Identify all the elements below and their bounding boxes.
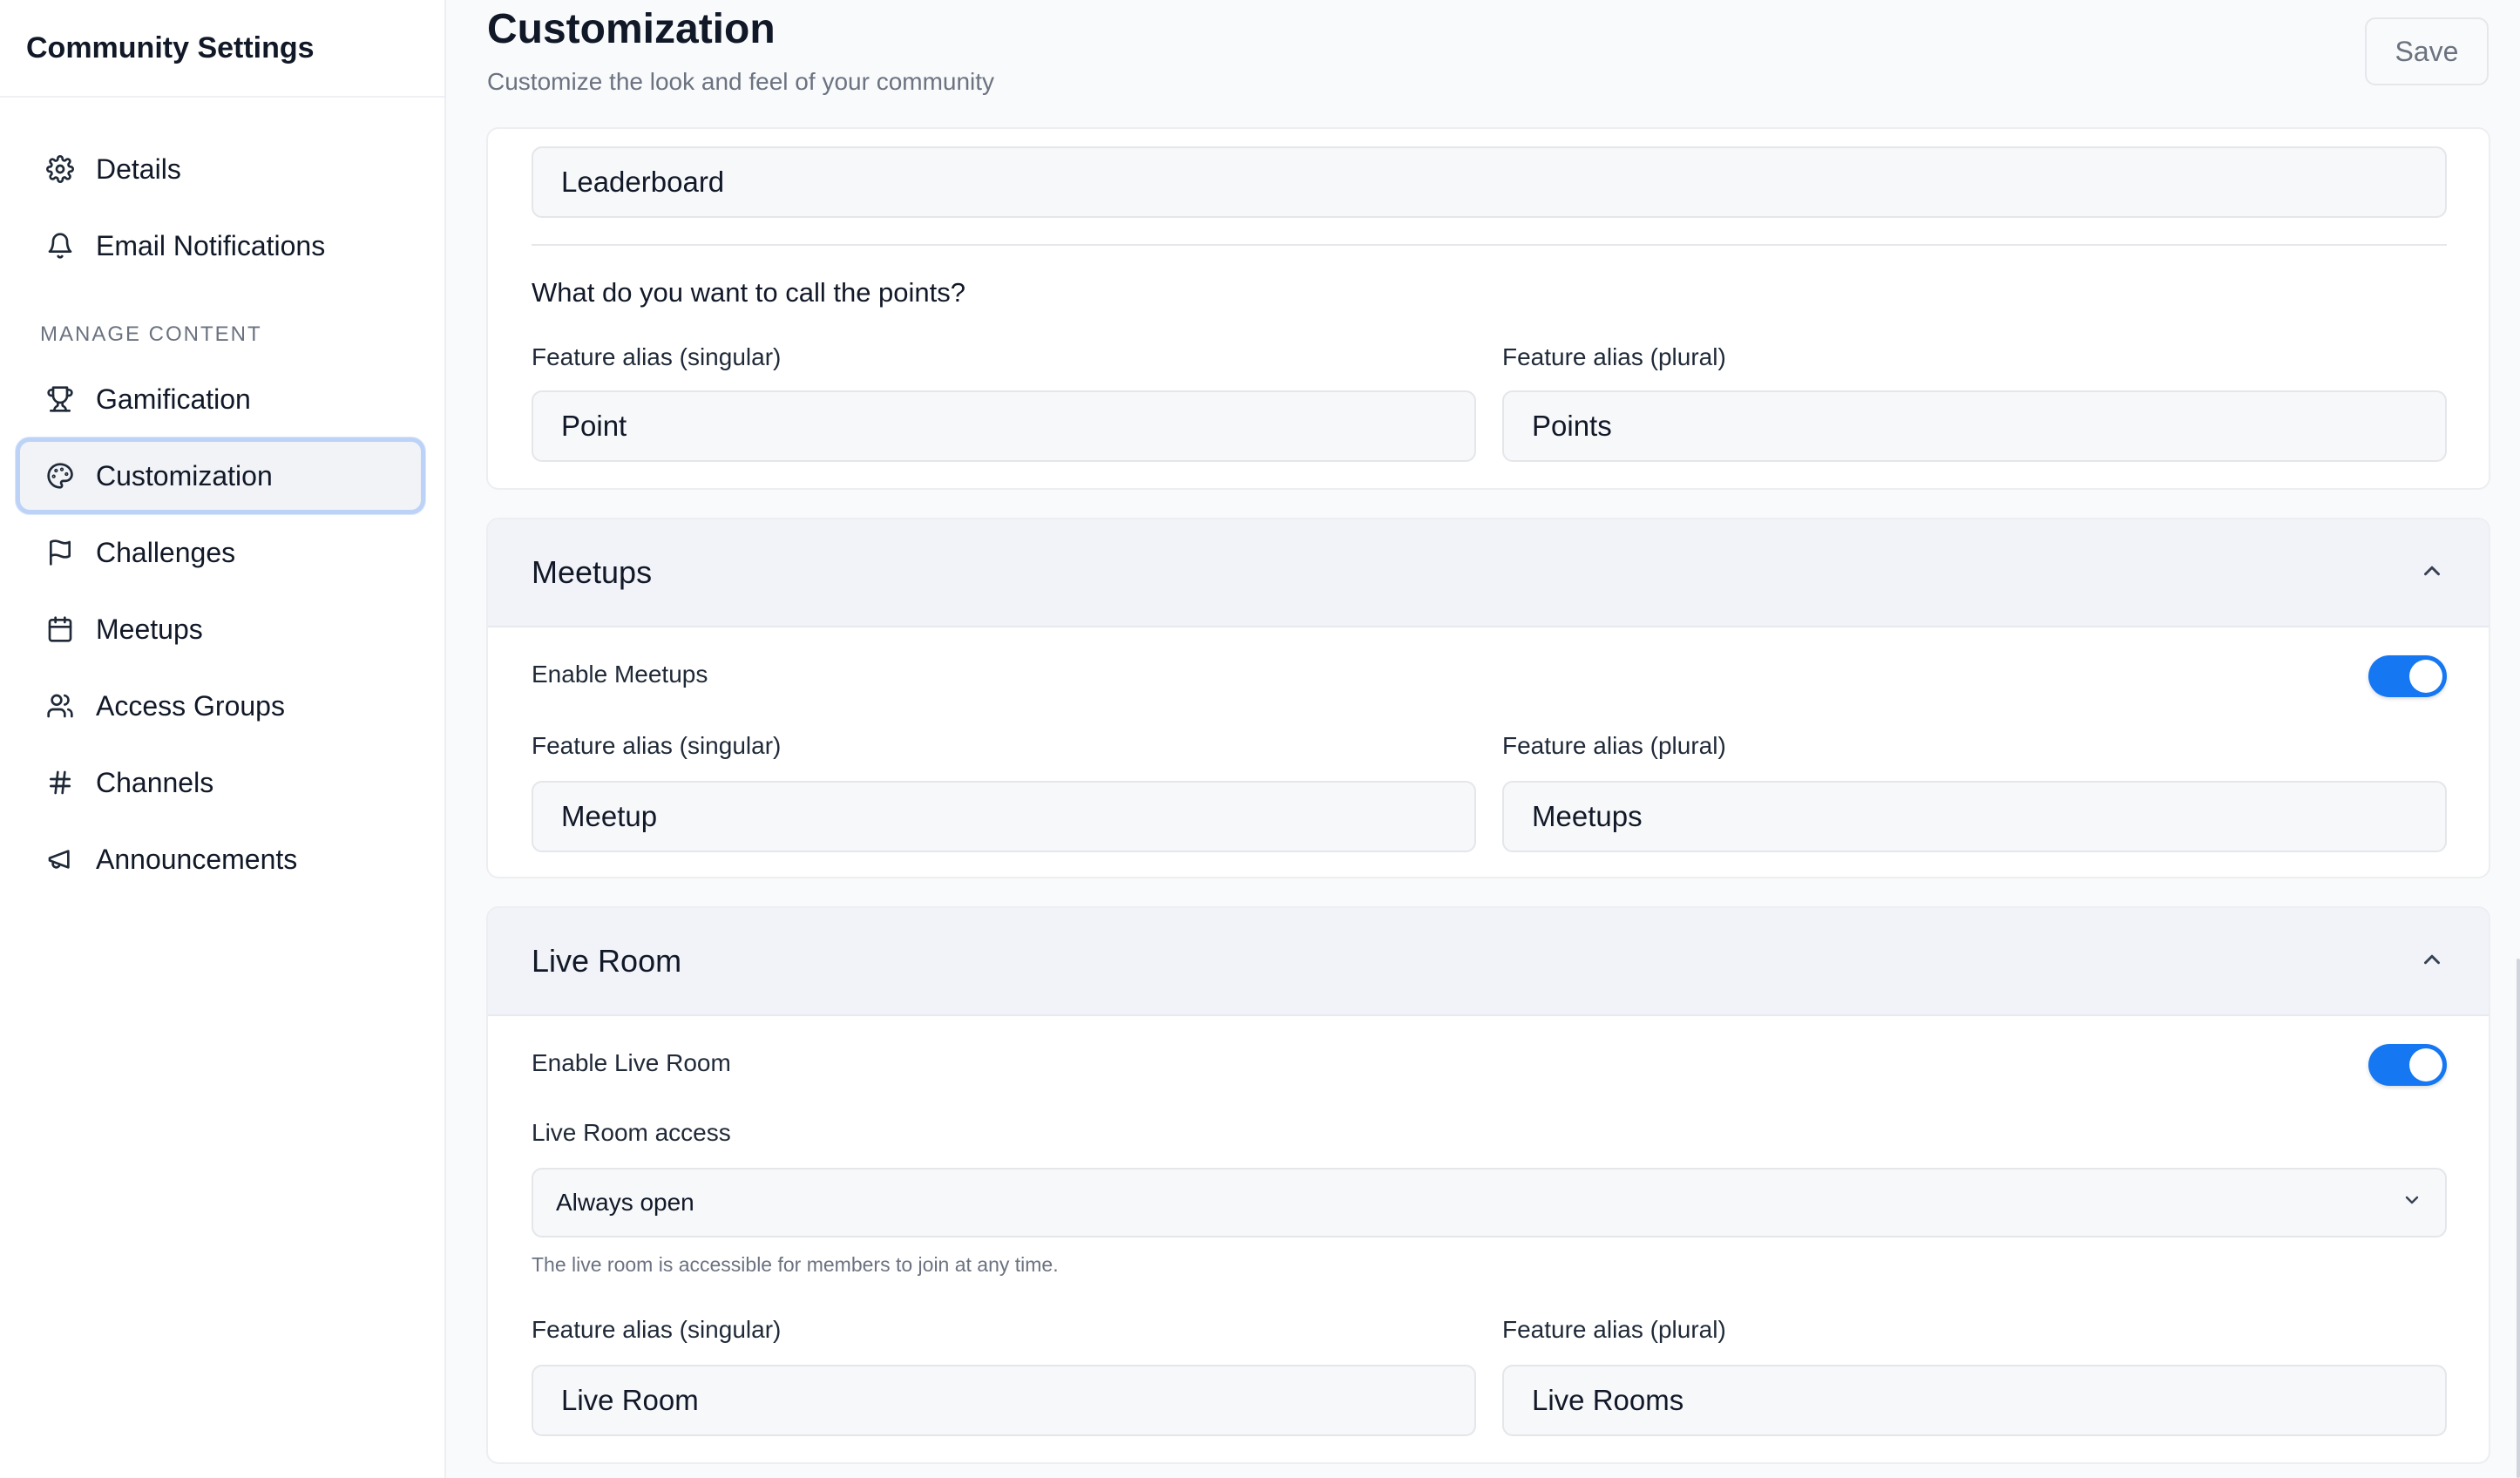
sidebar-item-challenges[interactable]: Challenges <box>16 514 425 591</box>
sidebar-header: Community Settings <box>0 0 444 98</box>
meetups-title: Meetups <box>532 554 653 590</box>
enable-meetups-label: Enable Meetups <box>532 661 708 688</box>
save-button[interactable]: Save <box>2365 17 2489 85</box>
points-question: What do you want to call the points? <box>532 277 966 308</box>
bell-icon <box>45 231 75 261</box>
live-room-singular-label: Feature alias (singular) <box>532 1316 782 1343</box>
section-label-manage-content: MANAGE CONTENT <box>40 322 262 346</box>
enable-meetups-toggle[interactable] <box>2368 655 2447 697</box>
leaderboard-name-field[interactable]: Leaderboard <box>532 146 2447 218</box>
live-room-title: Live Room <box>532 943 682 979</box>
toggle-knob <box>2409 1048 2442 1081</box>
palette-icon <box>45 461 75 491</box>
points-singular-label: Feature alias (singular) <box>532 343 782 370</box>
meetups-header[interactable]: Meetups <box>488 519 2489 627</box>
sidebar-item-access-groups[interactable]: Access Groups <box>16 668 425 744</box>
page-subtitle: Customize the look and feel of your comm… <box>487 68 995 95</box>
sidebar: Community Settings Details Email Notific… <box>0 0 446 1478</box>
sidebar-item-channels[interactable]: Channels <box>16 744 425 821</box>
meetups-plural-label: Feature alias (plural) <box>1502 732 1726 759</box>
leaderboard-card: Leaderboard What do you want to call the… <box>486 127 2490 490</box>
trophy-icon <box>45 384 75 414</box>
calendar-icon <box>45 614 75 644</box>
sidebar-item-details[interactable]: Details <box>16 131 425 207</box>
sidebar-item-customization[interactable]: Customization <box>16 437 425 514</box>
sidebar-title: Community Settings <box>26 31 315 64</box>
sidebar-item-meetups[interactable]: Meetups <box>16 591 425 668</box>
enable-live-room-label: Enable Live Room <box>532 1049 731 1076</box>
sidebar-item-email-notifications[interactable]: Email Notifications <box>16 207 425 284</box>
points-plural-input[interactable]: Points <box>1502 390 2447 462</box>
chevron-down-icon <box>2401 1189 2422 1217</box>
sidebar-item-label: Email Notifications <box>96 229 326 261</box>
sidebar-item-label: Announcements <box>96 843 298 875</box>
live-room-access-value: Always open <box>556 1189 694 1216</box>
users-icon <box>45 691 75 721</box>
sidebar-item-announcements[interactable]: Announcements <box>16 821 425 898</box>
sidebar-item-label: Challenges <box>96 536 236 568</box>
sidebar-item-label: Access Groups <box>96 689 285 722</box>
live-room-plural-label: Feature alias (plural) <box>1502 1316 1726 1343</box>
meetups-card: Meetups Enable Meetups Feature alias (si… <box>486 518 2490 878</box>
sidebar-item-gamification[interactable]: Gamification <box>16 361 425 437</box>
megaphone-icon <box>45 844 75 874</box>
points-singular-input[interactable]: Point <box>532 390 1476 462</box>
sidebar-item-label: Meetups <box>96 613 203 645</box>
chevron-up-icon[interactable] <box>2419 558 2445 588</box>
live-room-access-select[interactable]: Always open <box>532 1168 2447 1237</box>
meetups-singular-label: Feature alias (singular) <box>532 732 782 759</box>
scrollbar[interactable] <box>2517 959 2520 1478</box>
sidebar-item-label: Details <box>96 153 181 185</box>
main-content: Customization Customize the look and fee… <box>448 0 2520 1478</box>
flag-icon <box>45 538 75 567</box>
toggle-knob <box>2409 660 2442 693</box>
meetups-singular-input[interactable]: Meetup <box>532 781 1476 852</box>
live-room-plural-input[interactable]: Live Rooms <box>1502 1365 2447 1436</box>
meetups-plural-input[interactable]: Meetups <box>1502 781 2447 852</box>
hash-icon <box>45 768 75 797</box>
live-room-singular-input[interactable]: Live Room <box>532 1365 1476 1436</box>
enable-live-room-toggle[interactable] <box>2368 1044 2447 1086</box>
gear-icon <box>45 154 75 184</box>
sidebar-item-label: Customization <box>96 459 273 492</box>
live-room-access-helper: The live room is accessible for members … <box>532 1253 1059 1276</box>
chevron-up-icon[interactable] <box>2419 946 2445 977</box>
live-room-card: Live Room Enable Live Room Live Room acc… <box>486 906 2490 1464</box>
page-title: Customization <box>487 6 776 52</box>
live-room-access-label: Live Room access <box>532 1119 731 1146</box>
live-room-header[interactable]: Live Room <box>488 908 2489 1016</box>
sidebar-item-label: Channels <box>96 766 214 798</box>
sidebar-item-label: Gamification <box>96 383 251 415</box>
divider <box>532 244 2447 246</box>
points-plural-label: Feature alias (plural) <box>1502 343 1726 370</box>
